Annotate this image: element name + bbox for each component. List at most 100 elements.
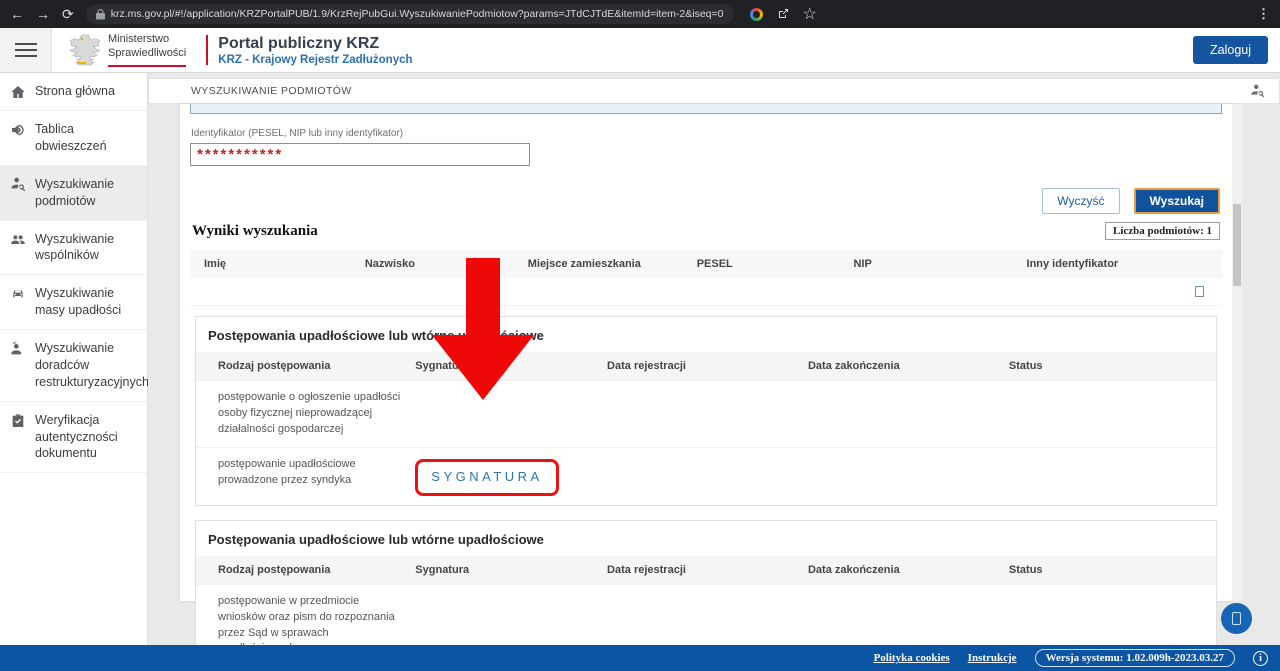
person-search-icon bbox=[1250, 84, 1265, 99]
column-data-zakonczenia: Data zakończenia bbox=[808, 556, 1009, 584]
clear-button[interactable]: Wyczyść bbox=[1042, 188, 1119, 214]
column-sygnatura: Sygnatura bbox=[415, 352, 607, 380]
group-icon bbox=[10, 232, 26, 248]
results-header-row: Wyniki wyszukania Liczba podmiotów: 1 bbox=[192, 222, 1220, 240]
identifier-label: Identyfikator (PESEL, NIP lub inny ident… bbox=[191, 128, 1222, 139]
content-scrollbar[interactable] bbox=[1232, 104, 1242, 601]
table-row: postępowanie w przedmiocie wniosków oraz… bbox=[196, 584, 1216, 645]
expand-row-icon[interactable] bbox=[1195, 286, 1204, 297]
search-panel: Identyfikator (PESEL, NIP lub inny ident… bbox=[180, 104, 1232, 601]
results-table-header: Imię Nazwisko Miejsce zamieszkania PESEL… bbox=[190, 250, 1222, 278]
address-bar[interactable]: krz.ms.gov.pl/#!/application/KRZPortalPU… bbox=[86, 4, 734, 24]
name-search-input-cutoff[interactable] bbox=[190, 104, 1222, 114]
results-count-badge: Liczba podmiotów: 1 bbox=[1105, 222, 1220, 240]
browser-menu-icon[interactable]: ⋮ bbox=[1257, 6, 1270, 22]
cell-data-rejestracji bbox=[607, 381, 808, 447]
table-row: postępowanie o ogłoszenie upadłości osob… bbox=[196, 380, 1216, 447]
cell-status bbox=[1009, 585, 1216, 645]
sidebar-item-wyszukiwanie-wspolnikow[interactable]: Wyszukiwanie wspólników bbox=[0, 221, 147, 276]
cell-data-zakonczenia bbox=[808, 585, 1009, 645]
identifier-input[interactable] bbox=[190, 143, 530, 166]
sidebar-item-tablica-obwieszczen[interactable]: Tablica obwieszczeń bbox=[0, 111, 147, 166]
home-icon bbox=[10, 84, 26, 100]
refresh-icon[interactable]: ⟳ bbox=[62, 7, 74, 21]
floating-action-button[interactable] bbox=[1221, 603, 1252, 634]
sidebar-item-label: Wyszukiwanie masy upadłości bbox=[35, 285, 139, 319]
sidebar-item-label: Wyszukiwanie wspólników bbox=[35, 231, 139, 265]
login-button[interactable]: Zaloguj bbox=[1193, 36, 1268, 64]
header-spacer bbox=[413, 28, 1193, 72]
cell-rodzaj: postępowanie upadłościowe prowadzone prz… bbox=[196, 448, 415, 505]
sidebar-item-wyszukiwanie-doradcow[interactable]: Wyszukiwanie doradców restrukturyzacyjny… bbox=[0, 330, 147, 402]
menu-toggle-button[interactable] bbox=[0, 28, 52, 72]
announcement-icon bbox=[10, 122, 26, 138]
column-data-rejestracji: Data rejestracji bbox=[607, 556, 808, 584]
search-actions: Wyczyść Wyszukaj bbox=[190, 188, 1220, 214]
eagle-emblem-icon bbox=[64, 32, 100, 68]
hamburger-icon bbox=[15, 39, 37, 61]
car-icon bbox=[10, 286, 26, 302]
sidebar: Strona główna Tablica obwieszczeń Wyszuk… bbox=[0, 73, 148, 645]
column-rodzaj: Rodzaj postępowania bbox=[196, 352, 415, 380]
sidebar-item-label: Wyszukiwanie doradców restrukturyzacyjny… bbox=[35, 340, 149, 391]
sidebar-item-label: Tablica obwieszczeń bbox=[35, 121, 139, 155]
column-status: Status bbox=[1009, 556, 1216, 584]
sidebar-item-wyszukiwanie-podmiotow[interactable]: Wyszukiwanie podmiotów bbox=[0, 166, 147, 221]
cell-status bbox=[1009, 448, 1216, 505]
person-add-icon bbox=[10, 341, 26, 357]
back-icon[interactable]: ← bbox=[10, 7, 24, 21]
cell-sygnatura bbox=[415, 585, 607, 645]
portal-subtitle: KRZ - Krajowy Rejestr Zadłużonych bbox=[218, 54, 412, 66]
cell-rodzaj: postępowanie w przedmiocie wniosków oraz… bbox=[196, 585, 415, 645]
verified-document-icon bbox=[10, 413, 26, 429]
cell-data-rejestracji bbox=[607, 448, 808, 505]
section-heading: Postępowania upadłościowe lub wtórne upa… bbox=[196, 521, 1216, 556]
portal-title: Portal publiczny KRZ bbox=[218, 35, 412, 53]
bookmark-star-icon[interactable]: ☆ bbox=[803, 4, 817, 24]
column-sygnatura: Sygnatura bbox=[415, 556, 607, 584]
portal-titles: Portal publiczny KRZ KRZ - Krajowy Rejes… bbox=[218, 28, 412, 72]
section-heading: Postępowania upadłościowe lub wtórne upa… bbox=[196, 317, 1216, 352]
column-nip: NIP bbox=[853, 258, 1026, 270]
search-button[interactable]: Wyszukaj bbox=[1134, 188, 1220, 214]
forward-icon[interactable]: → bbox=[36, 7, 50, 21]
cell-data-zakonczenia bbox=[808, 448, 1009, 505]
sidebar-item-weryfikacja-dokumentu[interactable]: Weryfikacja autentyczności dokumentu bbox=[0, 402, 147, 474]
sidebar-item-strona-glowna[interactable]: Strona główna bbox=[0, 73, 147, 111]
cell-sygnatura: SYGNATURA bbox=[415, 448, 607, 505]
sidebar-item-label: Strona główna bbox=[35, 83, 115, 100]
sidebar-item-wyszukiwanie-masy-upadlosci[interactable]: Wyszukiwanie masy upadłości bbox=[0, 275, 147, 330]
page-title: WYSZUKIWANIE PODMIOTÓW bbox=[191, 85, 352, 97]
result-row[interactable] bbox=[190, 278, 1222, 306]
page-title-bar: WYSZUKIWANIE PODMIOTÓW bbox=[148, 78, 1280, 104]
signature-link-highlighted[interactable]: SYGNATURA bbox=[415, 459, 558, 496]
header-divider bbox=[206, 35, 208, 65]
browser-actions: ☆ bbox=[750, 4, 817, 24]
column-data-rejestracji: Data rejestracji bbox=[607, 352, 808, 380]
ministry-name: Ministerstwo Sprawiedliwości bbox=[108, 33, 186, 67]
column-rodzaj: Rodzaj postępowania bbox=[196, 556, 415, 584]
sidebar-item-label: Weryfikacja autentyczności dokumentu bbox=[35, 412, 139, 463]
column-pesel: PESEL bbox=[697, 258, 854, 270]
translate-extension-icon[interactable] bbox=[750, 8, 763, 21]
share-icon[interactable] bbox=[777, 8, 789, 20]
cell-data-rejestracji bbox=[607, 585, 808, 645]
cookies-policy-link[interactable]: Polityka cookies bbox=[874, 652, 950, 664]
main-content: WYSZUKIWANIE PODMIOTÓW Identyfikator (PE… bbox=[148, 73, 1280, 645]
proceedings-card-1: Postępowania upadłościowe lub wtórne upa… bbox=[195, 316, 1217, 506]
scrollbar-thumb[interactable] bbox=[1233, 204, 1241, 286]
results-heading: Wyniki wyszukania bbox=[192, 223, 318, 240]
device-icon bbox=[1232, 612, 1241, 625]
column-status: Status bbox=[1009, 352, 1216, 380]
column-data-zakonczenia: Data zakończenia bbox=[808, 352, 1009, 380]
table-row: postępowanie upadłościowe prowadzone prz… bbox=[196, 447, 1216, 505]
app-header: Ministerstwo Sprawiedliwości Portal publ… bbox=[0, 28, 1280, 73]
cell-data-zakonczenia bbox=[808, 381, 1009, 447]
case-table-header: Rodzaj postępowania Sygnatura Data rejes… bbox=[196, 352, 1216, 380]
footer: Polityka cookies Instrukcje Wersja syste… bbox=[0, 645, 1280, 671]
instructions-link[interactable]: Instrukcje bbox=[968, 652, 1017, 664]
cell-rodzaj: postępowanie o ogłoszenie upadłości osob… bbox=[196, 381, 415, 447]
cell-status bbox=[1009, 381, 1216, 447]
cell-sygnatura bbox=[415, 381, 607, 447]
info-icon[interactable]: i bbox=[1253, 651, 1268, 666]
